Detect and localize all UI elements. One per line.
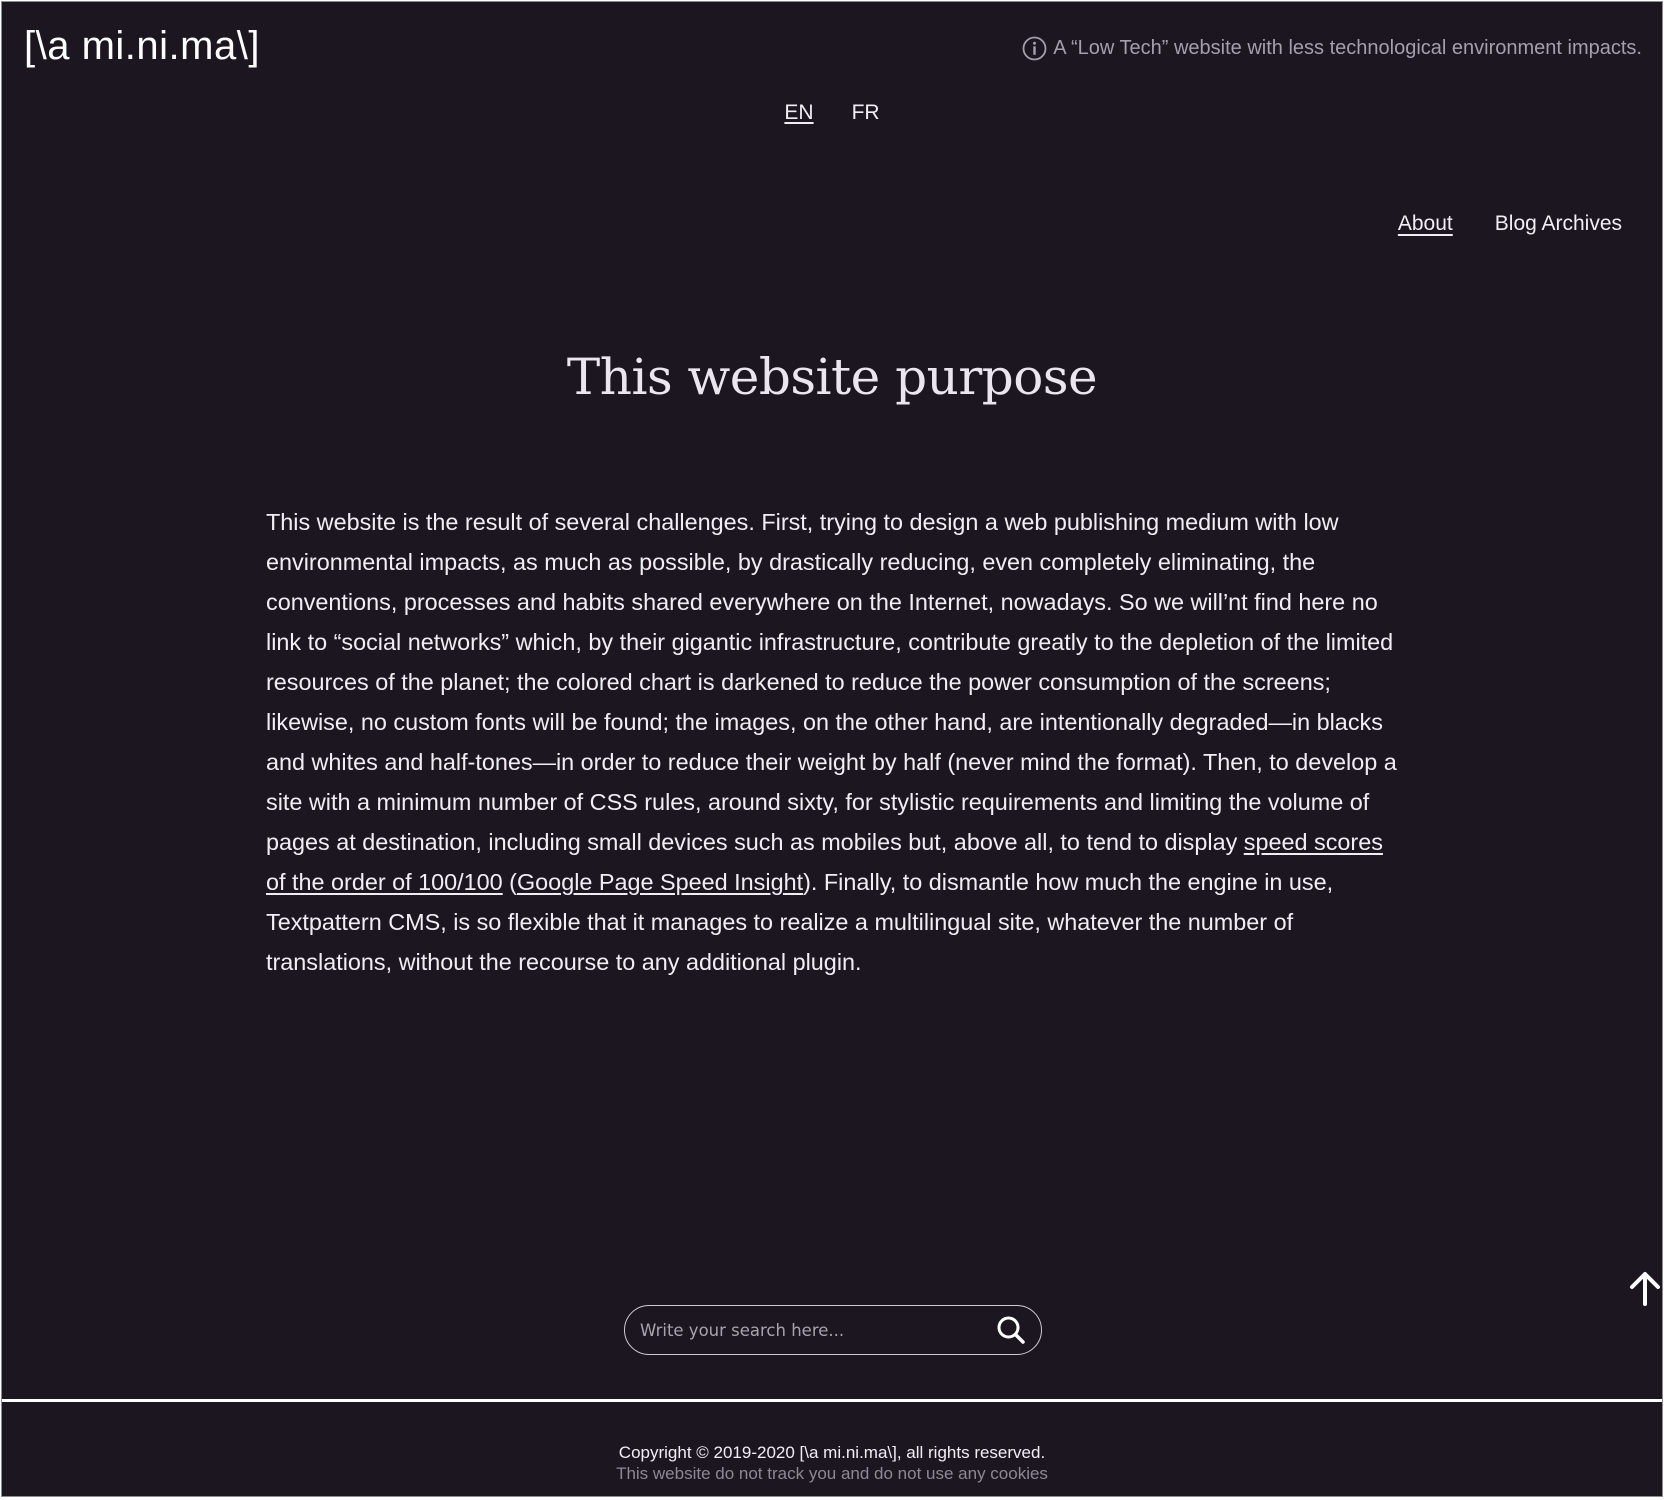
footer-divider [2, 1399, 1662, 1402]
nav-item-blog-archives[interactable]: Blog Archives [1495, 212, 1622, 236]
language-en-link[interactable]: EN [784, 101, 813, 125]
language-switcher: EN FR [2, 101, 1662, 125]
article-text: This website is the result of several ch… [266, 509, 1397, 855]
back-to-top-button[interactable] [1628, 1270, 1662, 1306]
article-text-paren: ( [502, 869, 517, 895]
search-button[interactable] [989, 1308, 1033, 1352]
language-fr-link[interactable]: FR [852, 101, 880, 125]
arrow-up-icon [1630, 1272, 1660, 1306]
footer-privacy-note: This website do not track you and do not… [616, 1464, 1048, 1483]
footer-copyright: Copyright © 2019-2020 [\a mi.ni.ma\], al… [618, 1443, 1046, 1462]
article-body: This website is the result of several ch… [266, 502, 1402, 982]
site-tagline: A “Low Tech” website with less technolog… [1022, 36, 1642, 61]
main-nav: About Blog Archives [1398, 212, 1622, 236]
nav-item-about[interactable]: About [1398, 212, 1453, 236]
search-input[interactable] [625, 1305, 989, 1355]
google-page-speed-link[interactable]: Google Page Speed Insight [517, 869, 803, 895]
site-logo[interactable]: [\a mi.ni.ma\] [24, 26, 260, 66]
footer: Copyright © 2019-2020 [\a mi.ni.ma\], al… [2, 1442, 1662, 1484]
page-frame: [\a mi.ni.ma\] A “Low Tech” website with… [1, 1, 1663, 1497]
info-icon [1022, 36, 1047, 61]
page-title: This website purpose [566, 348, 1098, 406]
tagline-text: A “Low Tech” website with less technolog… [1053, 37, 1642, 59]
search-icon [997, 1316, 1025, 1344]
search-form [624, 1305, 1042, 1355]
